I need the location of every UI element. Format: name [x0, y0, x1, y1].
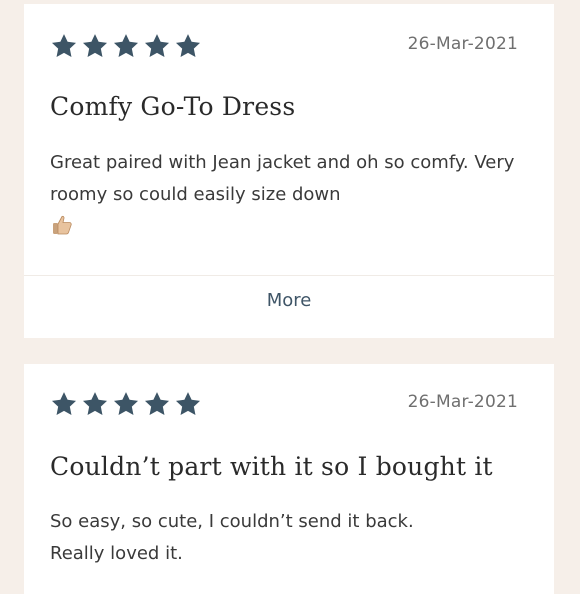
star-icon [81, 32, 112, 60]
review-text-line: Really loved it. [50, 543, 183, 564]
review-body: Great paired with Jean jacket and oh so … [50, 147, 530, 243]
star-rating [50, 390, 205, 418]
review-date: 26-Mar-2021 [407, 34, 518, 54]
review-title: Comfy Go-To Dress [50, 92, 296, 121]
star-icon [143, 390, 174, 418]
star-icon [81, 390, 112, 418]
star-icon [112, 390, 143, 418]
star-icon [50, 390, 81, 418]
review-card: 26-Mar-2021 Comfy Go-To Dress Great pair… [24, 4, 554, 338]
star-icon [174, 390, 205, 418]
review-text-line: So easy, so cute, I couldn’t send it bac… [50, 511, 414, 532]
star-icon [112, 32, 143, 60]
thumbs-up-icon [50, 213, 74, 237]
star-icon [50, 32, 81, 60]
star-icon [174, 32, 205, 60]
review-card: 26-Mar-2021 Couldn’t part with it so I b… [24, 364, 554, 594]
review-date: 26-Mar-2021 [407, 392, 518, 412]
star-icon [143, 32, 174, 60]
more-link[interactable]: More [24, 290, 554, 311]
card-divider [24, 275, 554, 276]
review-title: Couldn’t part with it so I bought it [50, 452, 493, 481]
review-text: Great paired with Jean jacket and oh so … [50, 152, 515, 205]
review-body: So easy, so cute, I couldn’t send it bac… [50, 506, 530, 570]
star-rating [50, 32, 205, 60]
